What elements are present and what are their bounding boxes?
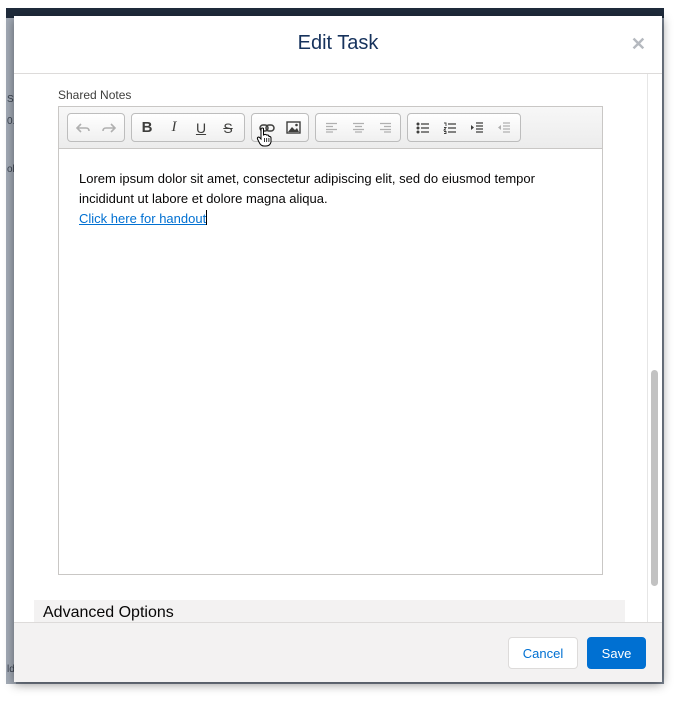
- undo-icon[interactable]: [70, 114, 96, 141]
- indent-icon[interactable]: [464, 114, 490, 141]
- italic-icon[interactable]: I: [161, 114, 187, 141]
- hand-pointer-cursor-icon: [256, 127, 272, 147]
- bold-icon[interactable]: B: [134, 114, 160, 141]
- image-icon[interactable]: [280, 114, 306, 141]
- rich-text-editor: B I U S Lorem ipsum dolor sit amet, cons…: [58, 106, 603, 575]
- shared-notes-label: Shared Notes: [58, 88, 132, 102]
- close-icon[interactable]: ✕: [631, 34, 646, 55]
- list-button-group: [407, 113, 521, 142]
- editor-toolbar: B I U S: [59, 107, 602, 149]
- modal-title: Edit Task: [297, 32, 379, 54]
- history-button-group: [67, 113, 125, 142]
- text-caret: [206, 210, 208, 225]
- modal-footer: Cancel Save: [14, 622, 662, 682]
- redo-icon[interactable]: [96, 114, 122, 141]
- editor-paragraph: Lorem ipsum dolor sit amet, consectetur …: [79, 171, 535, 206]
- text-format-button-group: B I U S: [131, 113, 245, 142]
- edit-task-modal: Edit Task ✕ Shared Notes B I U S Lorem i…: [14, 16, 662, 682]
- save-button[interactable]: Save: [587, 637, 646, 669]
- modal-header: Edit Task ✕: [14, 16, 662, 74]
- editor-content[interactable]: Lorem ipsum dolor sit amet, consectetur …: [79, 169, 579, 229]
- strikethrough-icon[interactable]: S: [215, 114, 241, 141]
- cancel-button[interactable]: Cancel: [508, 637, 578, 669]
- editor-link-line: Click here for handout: [79, 209, 579, 229]
- align-right-icon[interactable]: [372, 114, 398, 141]
- modal-scrollbar-thumb[interactable]: [651, 370, 658, 586]
- align-center-icon[interactable]: [345, 114, 371, 141]
- underline-icon[interactable]: U: [188, 114, 214, 141]
- handout-link[interactable]: Click here for handout: [79, 211, 206, 226]
- align-left-icon[interactable]: [318, 114, 344, 141]
- advanced-options-section[interactable]: Advanced Options: [34, 600, 625, 622]
- modal-body: Shared Notes B I U S Lorem ipsum dolor s…: [14, 74, 662, 622]
- outdent-icon[interactable]: [491, 114, 517, 141]
- bulleted-list-icon[interactable]: [410, 114, 436, 141]
- alignment-button-group: [315, 113, 401, 142]
- numbered-list-icon[interactable]: [437, 114, 463, 141]
